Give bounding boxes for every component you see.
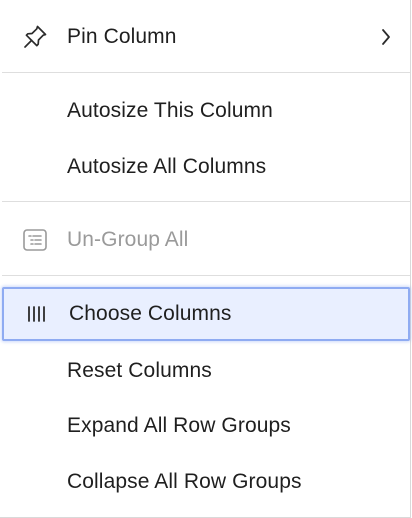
menu-item-expand-all-row-groups[interactable]: Expand All Row Groups [2,399,410,453]
menu-item-choose-columns[interactable]: Choose Columns [2,287,410,341]
menu-separator [2,72,410,73]
column-context-menu: Pin Column Autosize This Column Autosize… [0,0,411,518]
menu-item-pin-column[interactable]: Pin Column [2,10,410,64]
columns-icon [22,299,52,329]
menu-item-autosize-all-columns[interactable]: Autosize All Columns [2,140,410,194]
menu-item-collapse-all-row-groups[interactable]: Collapse All Row Groups [2,455,410,509]
ungroup-icon [20,225,50,255]
menu-separator [2,201,410,202]
menu-separator [2,275,410,276]
pin-icon [20,22,50,52]
menu-item-label: Autosize This Column [67,99,273,122]
menu-item-label: Reset Columns [67,359,212,382]
chevron-right-icon [376,25,396,49]
menu-item-autosize-this-column[interactable]: Autosize This Column [2,84,410,138]
menu-item-ungroup-all: Un-Group All [2,213,410,267]
menu-item-reset-columns[interactable]: Reset Columns [2,344,410,398]
menu-item-label: Collapse All Row Groups [67,470,302,493]
menu-item-label: Autosize All Columns [67,155,267,178]
menu-item-label: Pin Column [67,25,177,48]
menu-item-label: Un-Group All [67,228,189,251]
menu-item-label: Choose Columns [69,302,232,325]
menu-item-label: Expand All Row Groups [67,414,291,437]
